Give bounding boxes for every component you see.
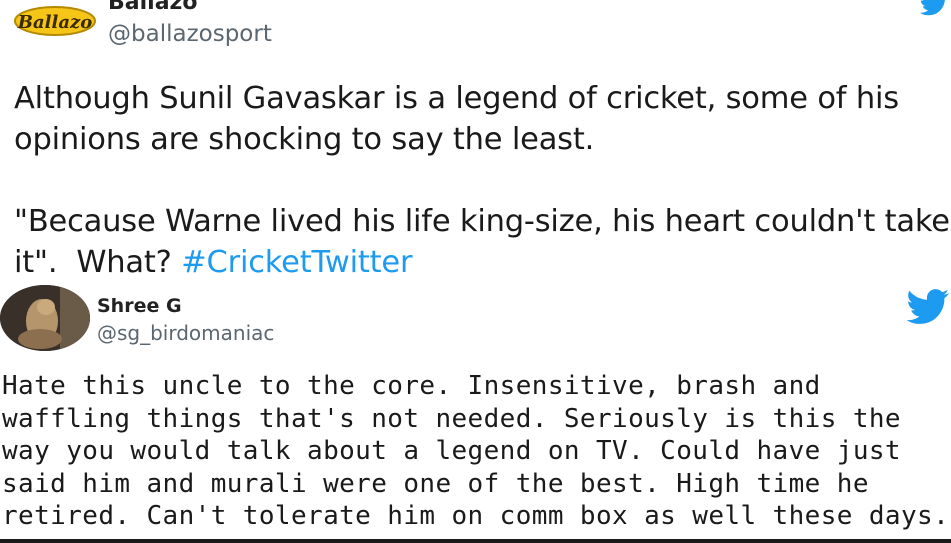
ballazo-logo[interactable]: Ballazo xyxy=(12,0,98,42)
author-handle[interactable]: @ballazosport xyxy=(108,21,272,47)
tweet-text: Hate this uncle to the core. Insensitive… xyxy=(2,371,950,531)
reply-tweet: Shree G @sg_birdomaniac Hate this uncle … xyxy=(0,283,951,543)
quoted-tweet: Ballazo Ballazo @ballazosport Although S… xyxy=(0,0,951,283)
author-name[interactable]: Shree G xyxy=(97,295,182,317)
twitter-bird-icon[interactable] xyxy=(914,0,951,16)
author-handle[interactable]: @sg_birdomaniac xyxy=(97,321,274,345)
hashtag-link[interactable]: #CricketTwitter xyxy=(181,245,412,280)
author-name[interactable]: Ballazo xyxy=(108,0,197,15)
divider xyxy=(0,539,951,543)
logo-text: Ballazo xyxy=(17,12,92,33)
tweet-text-body: Although Sunil Gavaskar is a legend of c… xyxy=(14,81,950,280)
twitter-bird-icon[interactable] xyxy=(906,289,950,325)
dog-avatar-image xyxy=(0,285,90,351)
avatar[interactable] xyxy=(0,285,90,351)
tweet-text: Although Sunil Gavaskar is a legend of c… xyxy=(14,78,951,283)
